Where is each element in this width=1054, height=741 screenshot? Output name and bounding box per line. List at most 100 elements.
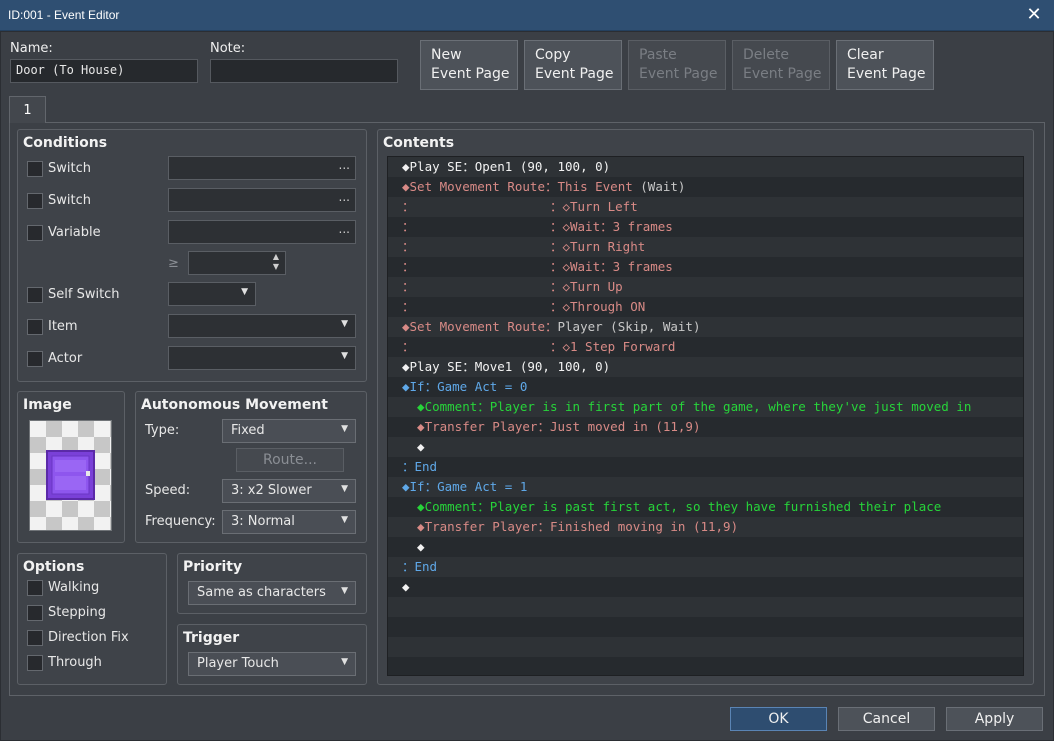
copy-event-page-button[interactable]: Copy Event Page: [524, 40, 622, 90]
command-line[interactable]: ◆Play SE：Move1 (90, 100, 0): [388, 357, 1023, 377]
command-text: (Wait): [640, 179, 686, 194]
command-line[interactable]: ： ：◇Wait：3 frames: [388, 257, 1023, 277]
frequency-label: Frequency:: [145, 514, 216, 529]
variable-value-spinner[interactable]: ▲ ▼: [188, 251, 286, 275]
walking-checkbox[interactable]: [27, 580, 43, 596]
command-line[interactable]: ◆Transfer Player：Just moved in (11,9): [388, 417, 1023, 437]
priority-title: Priority: [183, 559, 243, 575]
chevron-down-icon: ▼: [341, 351, 348, 361]
variable-selector[interactable]: ...: [168, 220, 356, 244]
new-event-page-line2: Event Page: [431, 66, 510, 82]
switch2-selector[interactable]: ...: [168, 188, 356, 212]
command-line[interactable]: ： ：◇Through ON: [388, 297, 1023, 317]
stepping-checkbox[interactable]: [27, 605, 43, 621]
variable-checkbox[interactable]: [27, 225, 43, 241]
command-text: ： ：◇1 Step Forward: [402, 339, 676, 354]
item-label: Item: [48, 319, 78, 334]
command-line[interactable]: ： ：◇Wait：3 frames: [388, 217, 1023, 237]
command-line[interactable]: ◆Comment：Player is in first part of the …: [388, 397, 1023, 417]
command-text: ： ：◇Turn Left: [402, 199, 638, 214]
copy-event-page-line1: Copy: [535, 47, 571, 63]
switch1-checkbox[interactable]: [27, 161, 43, 177]
delete-event-page-line2: Event Page: [743, 66, 822, 82]
through-label: Through: [48, 655, 102, 670]
chevron-down-icon: ▼: [341, 484, 348, 494]
cancel-button[interactable]: Cancel: [838, 707, 935, 731]
paste-event-page-button[interactable]: Paste Event Page: [628, 40, 726, 90]
spinner-arrows-icon[interactable]: ▲ ▼: [273, 252, 279, 272]
frequency-value: 3: Normal: [231, 514, 295, 529]
title-bar: ID:001 - Event Editor ✕: [0, 0, 1054, 31]
ok-button[interactable]: OK: [730, 707, 827, 731]
chevron-down-icon: ▼: [341, 657, 348, 667]
self-switch-dropdown[interactable]: ▼: [168, 282, 256, 306]
item-dropdown[interactable]: ▼: [168, 314, 356, 338]
switch2-label: Switch: [48, 193, 91, 208]
command-line[interactable]: ◆Transfer Player：Finished moving in (11,…: [388, 517, 1023, 537]
command-line[interactable]: ◆Set Movement Route：This Event (Wait): [388, 177, 1023, 197]
type-dropdown[interactable]: Fixed ▼: [222, 419, 356, 443]
command-line[interactable]: [388, 637, 1023, 657]
delete-event-page-button[interactable]: Delete Event Page: [732, 40, 830, 90]
command-line[interactable]: ： ：◇Turn Left: [388, 197, 1023, 217]
contents-title: Contents: [383, 135, 455, 151]
direction-fix-checkbox[interactable]: [27, 630, 43, 646]
command-line[interactable]: [388, 657, 1023, 675]
command-line[interactable]: [388, 617, 1023, 637]
trigger-title: Trigger: [183, 630, 240, 646]
item-checkbox[interactable]: [27, 319, 43, 335]
command-line[interactable]: ◆If：Game Act = 1: [388, 477, 1023, 497]
event-image-preview[interactable]: [29, 420, 112, 531]
route-button[interactable]: Route...: [236, 448, 344, 472]
new-event-page-button[interactable]: New Event Page: [420, 40, 518, 90]
command-text: ◆Transfer Player：Finished moving in (11,…: [402, 519, 739, 534]
command-line[interactable]: ：End: [388, 457, 1023, 477]
actor-dropdown[interactable]: ▼: [168, 346, 356, 370]
close-icon[interactable]: ✕: [1022, 3, 1046, 27]
chevron-down-icon: ▼: [341, 424, 348, 434]
command-line[interactable]: ◆Play SE：Open1 (90, 100, 0): [388, 157, 1023, 177]
actor-checkbox[interactable]: [27, 351, 43, 367]
direction-fix-label: Direction Fix: [48, 630, 129, 645]
command-line[interactable]: ： ：◇Turn Up: [388, 277, 1023, 297]
command-line[interactable]: ： ：◇1 Step Forward: [388, 337, 1023, 357]
command-text: ◆: [402, 539, 425, 554]
trigger-value: Player Touch: [197, 656, 279, 671]
command-text: ◆If：Game Act = 0: [402, 379, 528, 394]
priority-dropdown[interactable]: Same as characters ▼: [188, 581, 356, 605]
command-line[interactable]: [388, 597, 1023, 617]
variable-dots: ...: [338, 222, 350, 236]
note-label: Note:: [210, 41, 246, 56]
through-checkbox[interactable]: [27, 655, 43, 671]
chevron-down-icon: ▼: [341, 319, 348, 329]
command-line[interactable]: ◆: [388, 577, 1023, 597]
type-value: Fixed: [231, 423, 265, 438]
command-line[interactable]: ◆If：Game Act = 0: [388, 377, 1023, 397]
clear-event-page-line2: Event Page: [847, 66, 926, 82]
command-line[interactable]: ： ：◇Turn Right: [388, 237, 1023, 257]
note-input[interactable]: [210, 59, 398, 83]
command-line[interactable]: ◆: [388, 437, 1023, 457]
command-line[interactable]: ◆Set Movement Route：Player (Skip, Wait): [388, 317, 1023, 337]
name-input[interactable]: Door (To House): [10, 59, 198, 83]
gte-symbol: ≥: [168, 256, 179, 271]
command-line[interactable]: ◆: [388, 537, 1023, 557]
autonomous-movement-title: Autonomous Movement: [141, 397, 328, 413]
switch2-dots: ...: [338, 190, 350, 204]
paste-event-page-line2: Event Page: [639, 66, 718, 82]
switch2-checkbox[interactable]: [27, 193, 43, 209]
command-text: ： ：◇Wait：3 frames: [402, 259, 673, 274]
switch1-selector[interactable]: ...: [168, 156, 356, 180]
trigger-dropdown[interactable]: Player Touch ▼: [188, 652, 356, 676]
frequency-dropdown[interactable]: 3: Normal ▼: [222, 510, 356, 534]
self-switch-checkbox[interactable]: [27, 287, 43, 303]
command-line[interactable]: ◆Comment：Player is past first act, so th…: [388, 497, 1023, 517]
clear-event-page-button[interactable]: Clear Event Page: [836, 40, 934, 90]
speed-dropdown[interactable]: 3: x2 Slower ▼: [222, 479, 356, 503]
door-sprite-icon: [30, 421, 111, 530]
command-text: ◆Comment：Player is in first part of the …: [402, 399, 972, 414]
command-line[interactable]: ：End: [388, 557, 1023, 577]
tab-page-1[interactable]: 1: [9, 96, 46, 123]
apply-button[interactable]: Apply: [946, 707, 1043, 731]
event-command-list[interactable]: ◆Play SE：Open1 (90, 100, 0) ◆Set Movement…: [387, 156, 1024, 676]
